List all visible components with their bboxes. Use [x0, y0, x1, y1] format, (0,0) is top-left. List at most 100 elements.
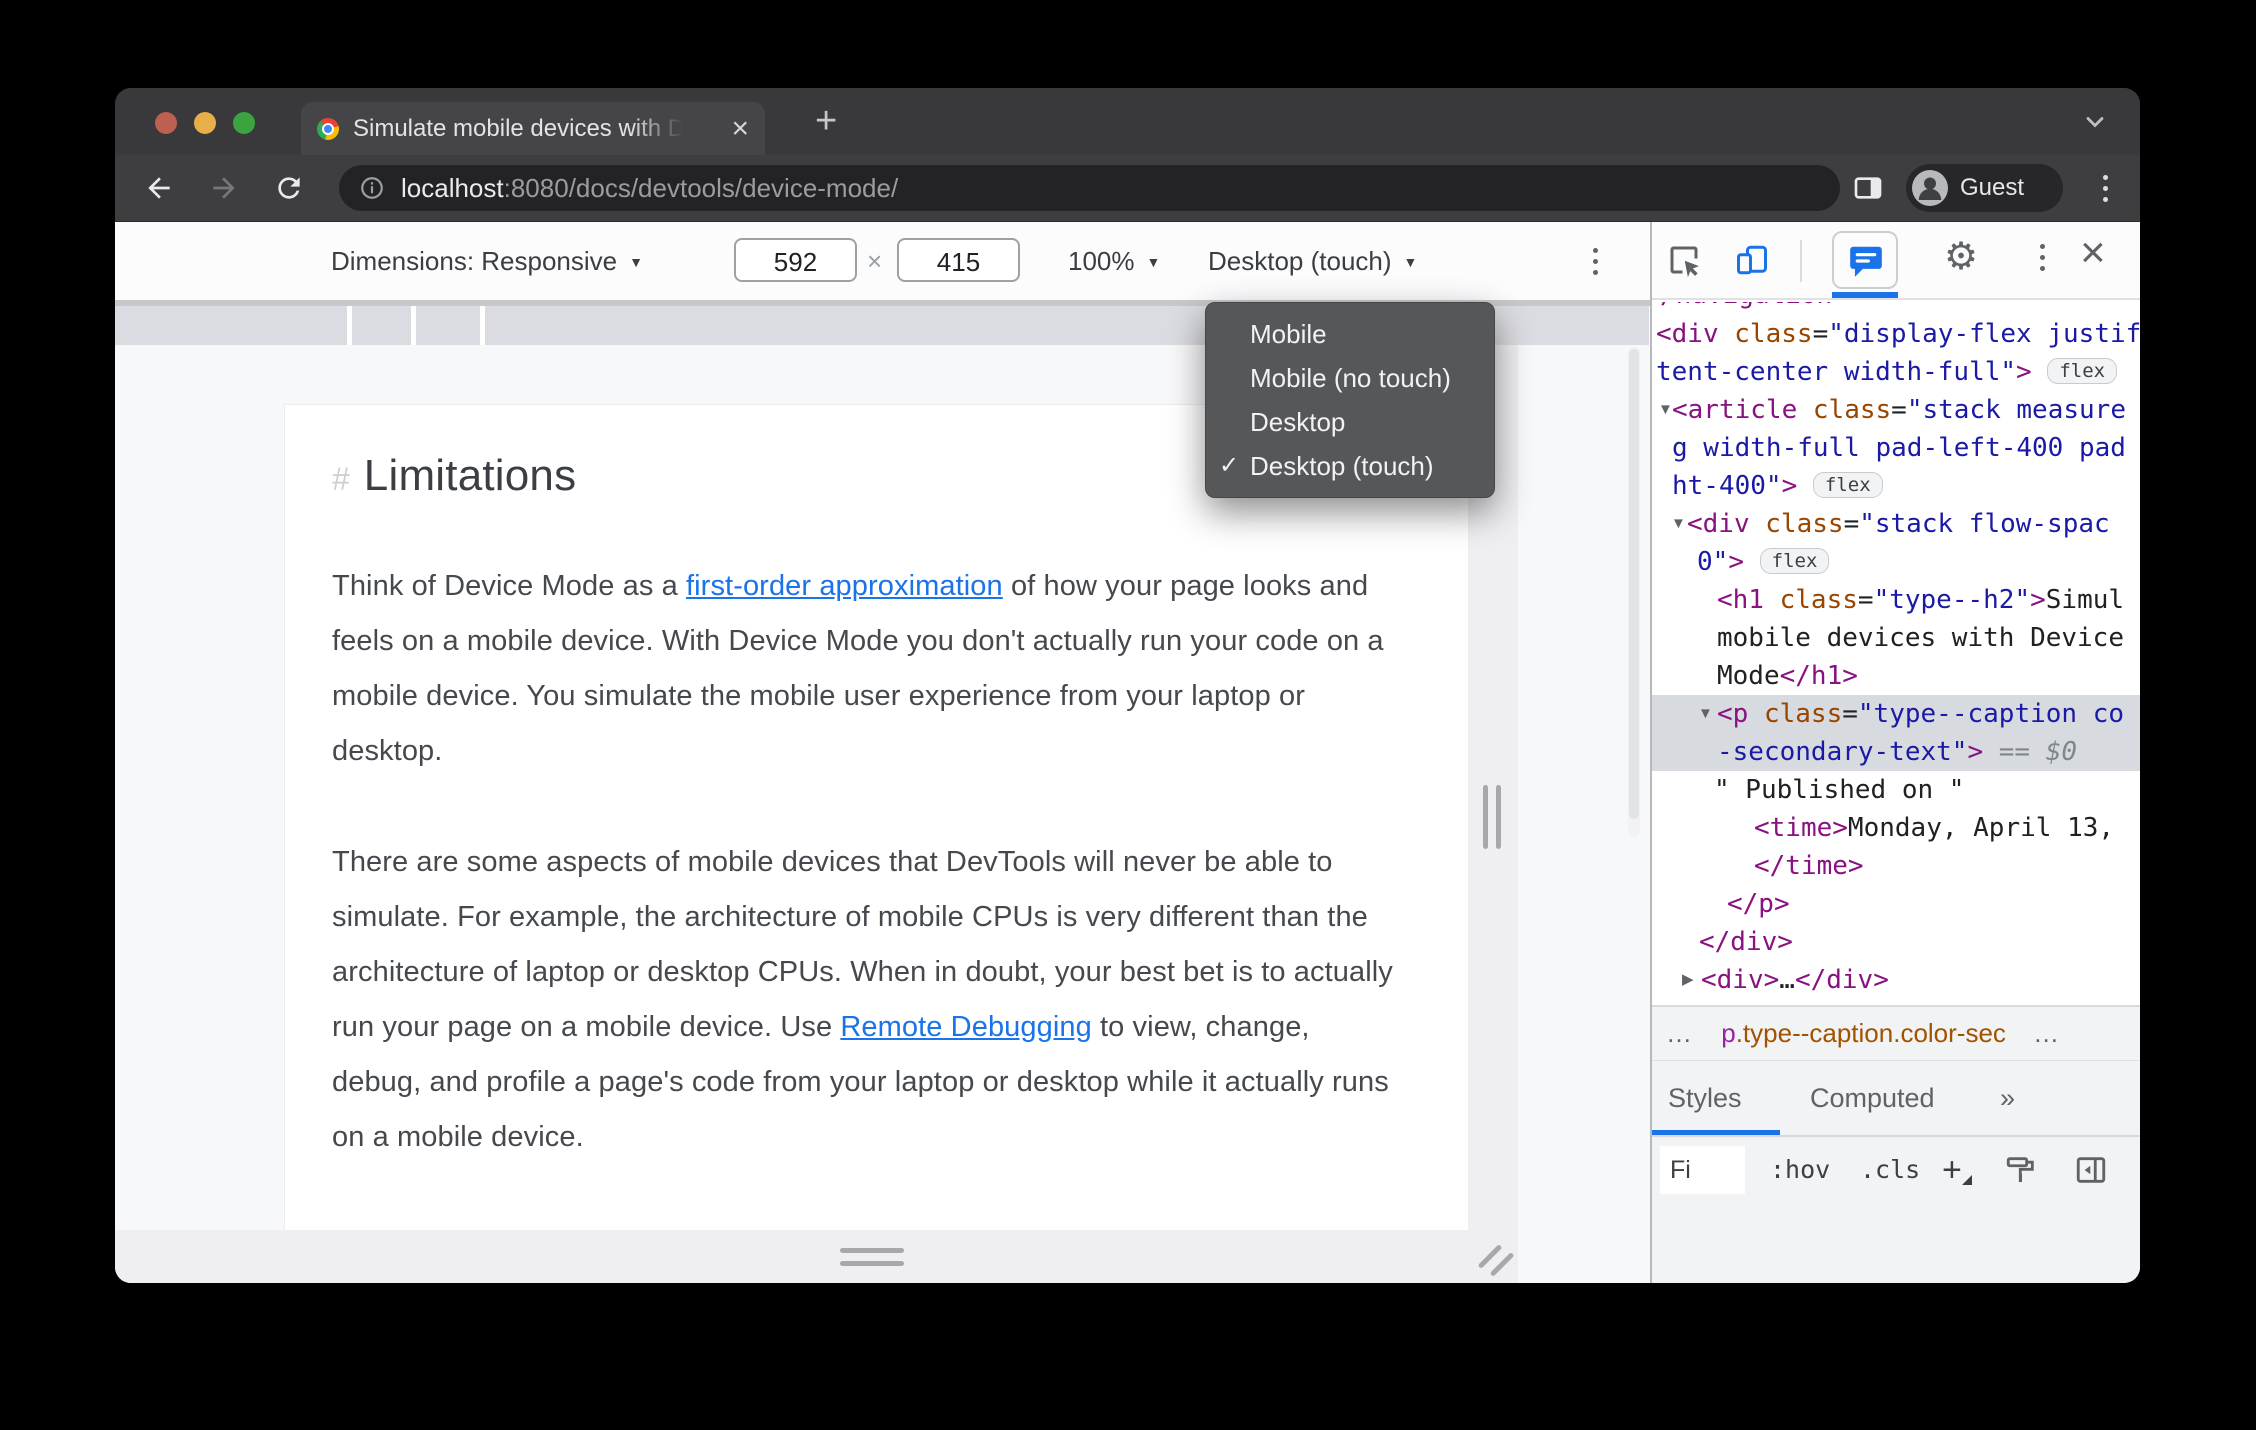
flex-badge[interactable]: flex: [1812, 472, 1883, 498]
devtools-close-icon[interactable]: ×: [2080, 228, 2106, 278]
code-token: "display-flex justif: [1828, 319, 2140, 349]
collapse-arrow-icon[interactable]: ▼: [1658, 391, 1673, 429]
code-token: "type--caption co: [1857, 699, 2125, 729]
dom-tree-row[interactable]: /navigation: [1652, 302, 2140, 315]
browser-tab[interactable]: Simulate mobile devices with D ×: [301, 102, 765, 155]
forward-button[interactable]: [208, 172, 240, 204]
dom-tree-row[interactable]: <h1 class="type--h2">Simul: [1652, 581, 2140, 619]
dom-tree-row[interactable]: ▼ <article class="stack measure: [1652, 391, 2140, 429]
close-window-traffic-light[interactable]: [155, 112, 177, 134]
more-tabs-icon[interactable]: »: [2000, 1083, 2015, 1114]
device-type-select[interactable]: Desktop (touch) ▼: [1208, 246, 1417, 277]
heading-anchor-hash[interactable]: #: [332, 461, 350, 498]
url-text: localhost:8080/docs/devtools/device-mode…: [401, 173, 898, 204]
tab-search-chevron-icon[interactable]: [2081, 108, 2109, 141]
collapse-arrow-icon[interactable]: ▼: [1698, 695, 1713, 733]
zoom-select[interactable]: 100% ▼: [1068, 246, 1160, 277]
profile-button[interactable]: Guest: [1906, 164, 2063, 212]
fullscreen-traffic-light[interactable]: [233, 112, 255, 134]
inline-link[interactable]: first-order approximation: [686, 570, 1003, 602]
styles-pane-toolbar: Fi :hov .cls +: [1652, 1135, 2140, 1283]
breadcrumb-selected-node[interactable]: p.type--caption.color-sec: [1715, 1018, 2012, 1048]
toggle-sidebar-panel-icon[interactable]: [2074, 1153, 2108, 1187]
paint-roller-icon[interactable]: [2004, 1153, 2038, 1187]
side-panel-icon[interactable]: [1852, 172, 1884, 204]
expand-arrow-icon[interactable]: ▶: [1682, 961, 1694, 999]
inspect-element-icon[interactable]: [1666, 242, 1702, 278]
dom-tree-row[interactable]: ▶ <div>…</div>: [1652, 961, 2140, 999]
tab-styles[interactable]: Styles: [1668, 1083, 1742, 1114]
code-token: =: [1891, 395, 1907, 425]
dom-tree-row[interactable]: </p>: [1652, 885, 2140, 923]
reload-button[interactable]: [273, 172, 305, 204]
minimize-traffic-light[interactable]: [194, 112, 216, 134]
browser-window: Simulate mobile devices with D × + local…: [115, 88, 2140, 1283]
browser-menu-icon[interactable]: [2103, 175, 2108, 202]
tab-close-icon[interactable]: ×: [731, 113, 749, 144]
article-body: Think of Device Mode as a first-order ap…: [332, 559, 1407, 1165]
devtools-menu-icon[interactable]: [2040, 244, 2045, 271]
tab-computed[interactable]: Computed: [1810, 1083, 1935, 1114]
dom-tree-row[interactable]: tent-center width-full"> flex: [1652, 353, 2140, 391]
viewport-width-input[interactable]: 592: [734, 238, 857, 282]
dom-tree-row[interactable]: ht-400"> flex: [1652, 467, 2140, 505]
media-query-segment[interactable]: [115, 306, 347, 345]
viewport-bottom-resize-strip[interactable]: [115, 1230, 1518, 1283]
code-token: Simul: [2045, 585, 2125, 615]
menu-item-mobile[interactable]: Mobile: [1206, 312, 1494, 356]
ai-assistance-tab-button[interactable]: [1832, 231, 1898, 289]
paragraph-text: Think of Device Mode as a: [332, 570, 686, 602]
media-query-segment[interactable]: [352, 306, 411, 345]
device-toolbar-menu-icon[interactable]: [1593, 248, 1598, 275]
site-info-icon[interactable]: [359, 175, 385, 201]
device-toolbar-toggle-icon[interactable]: [1734, 242, 1770, 278]
dom-tree-row[interactable]: </time>: [1652, 847, 2140, 885]
code-token: </h1>: [1779, 661, 1858, 691]
breadcrumb-overflow-left[interactable]: …: [1652, 1018, 1708, 1048]
dom-tree-row[interactable]: mobile devices with Device: [1652, 619, 2140, 657]
code-token: =: [1842, 699, 1858, 729]
code-token: </div>: [1794, 965, 1889, 995]
dom-tree-row[interactable]: 0"> flex: [1652, 543, 2140, 581]
toggle-class-button[interactable]: .cls: [1860, 1147, 1920, 1193]
dom-tree-row[interactable]: -secondary-text"> == $0: [1652, 733, 2140, 771]
dom-tree-row[interactable]: <div class="display-flex justif: [1652, 315, 2140, 353]
code-token: …: [1779, 965, 1795, 995]
viewport-corner-resize-handle-icon[interactable]: [1473, 1240, 1515, 1282]
code-token: <div: [1687, 509, 1766, 539]
styles-filter-input[interactable]: Fi: [1660, 1146, 1745, 1194]
code-token: g width-full pad-left-400 pad: [1672, 433, 2126, 463]
menu-item-mobile-no-touch[interactable]: Mobile (no touch): [1206, 356, 1494, 400]
dimensions-select[interactable]: Dimensions: Responsive ▼: [331, 246, 643, 277]
resize-handle-horizontal-icon[interactable]: [840, 1248, 904, 1266]
new-style-rule-button[interactable]: +: [1942, 1147, 1972, 1193]
elements-breadcrumb-bar: … p.type--caption.color-sec …: [1652, 1005, 2140, 1060]
collapse-arrow-icon[interactable]: ▼: [1671, 505, 1686, 543]
dom-tree-row[interactable]: Mode</h1>: [1652, 657, 2140, 695]
dom-tree-row[interactable]: ▼ <div class="stack flow-spac: [1652, 505, 2140, 543]
back-button[interactable]: [143, 172, 175, 204]
inline-link[interactable]: Remote Debugging: [840, 1011, 1091, 1043]
toggle-hover-state-button[interactable]: :hov: [1770, 1147, 1830, 1193]
code-token: >: [2016, 357, 2048, 387]
new-tab-button[interactable]: +: [815, 100, 837, 143]
code-token: </div>: [1699, 927, 1793, 957]
page-scrollbar[interactable]: [1628, 347, 1640, 837]
menu-item-desktop-touch[interactable]: ✓ Desktop (touch): [1206, 444, 1494, 488]
flex-badge[interactable]: flex: [2047, 358, 2118, 384]
dom-tree-row[interactable]: </div>: [1652, 923, 2140, 961]
address-bar[interactable]: localhost:8080/docs/devtools/device-mode…: [339, 165, 1840, 211]
code-token: Monday, April 13,: [1847, 813, 2115, 843]
dom-tree-row[interactable]: <time>Monday, April 13,: [1652, 809, 2140, 847]
dom-tree-row[interactable]: ▼ <p class="type--caption co: [1652, 695, 2140, 733]
menu-item-desktop[interactable]: Desktop: [1206, 400, 1494, 444]
settings-gear-icon[interactable]: ⚙: [1944, 234, 1978, 279]
dom-tree: /navigation<div class="display-flex just…: [1652, 302, 2140, 1085]
media-query-segment[interactable]: [416, 306, 480, 345]
dom-tree-row[interactable]: g width-full pad-left-400 pad: [1652, 429, 2140, 467]
dom-tree-row[interactable]: " Published on ": [1652, 771, 2140, 809]
resize-handle-vertical-icon[interactable]: [1483, 785, 1501, 849]
flex-badge[interactable]: flex: [1759, 548, 1830, 574]
viewport-height-input[interactable]: 415: [897, 238, 1020, 282]
breadcrumb-overflow-right[interactable]: …: [2019, 1018, 2075, 1048]
